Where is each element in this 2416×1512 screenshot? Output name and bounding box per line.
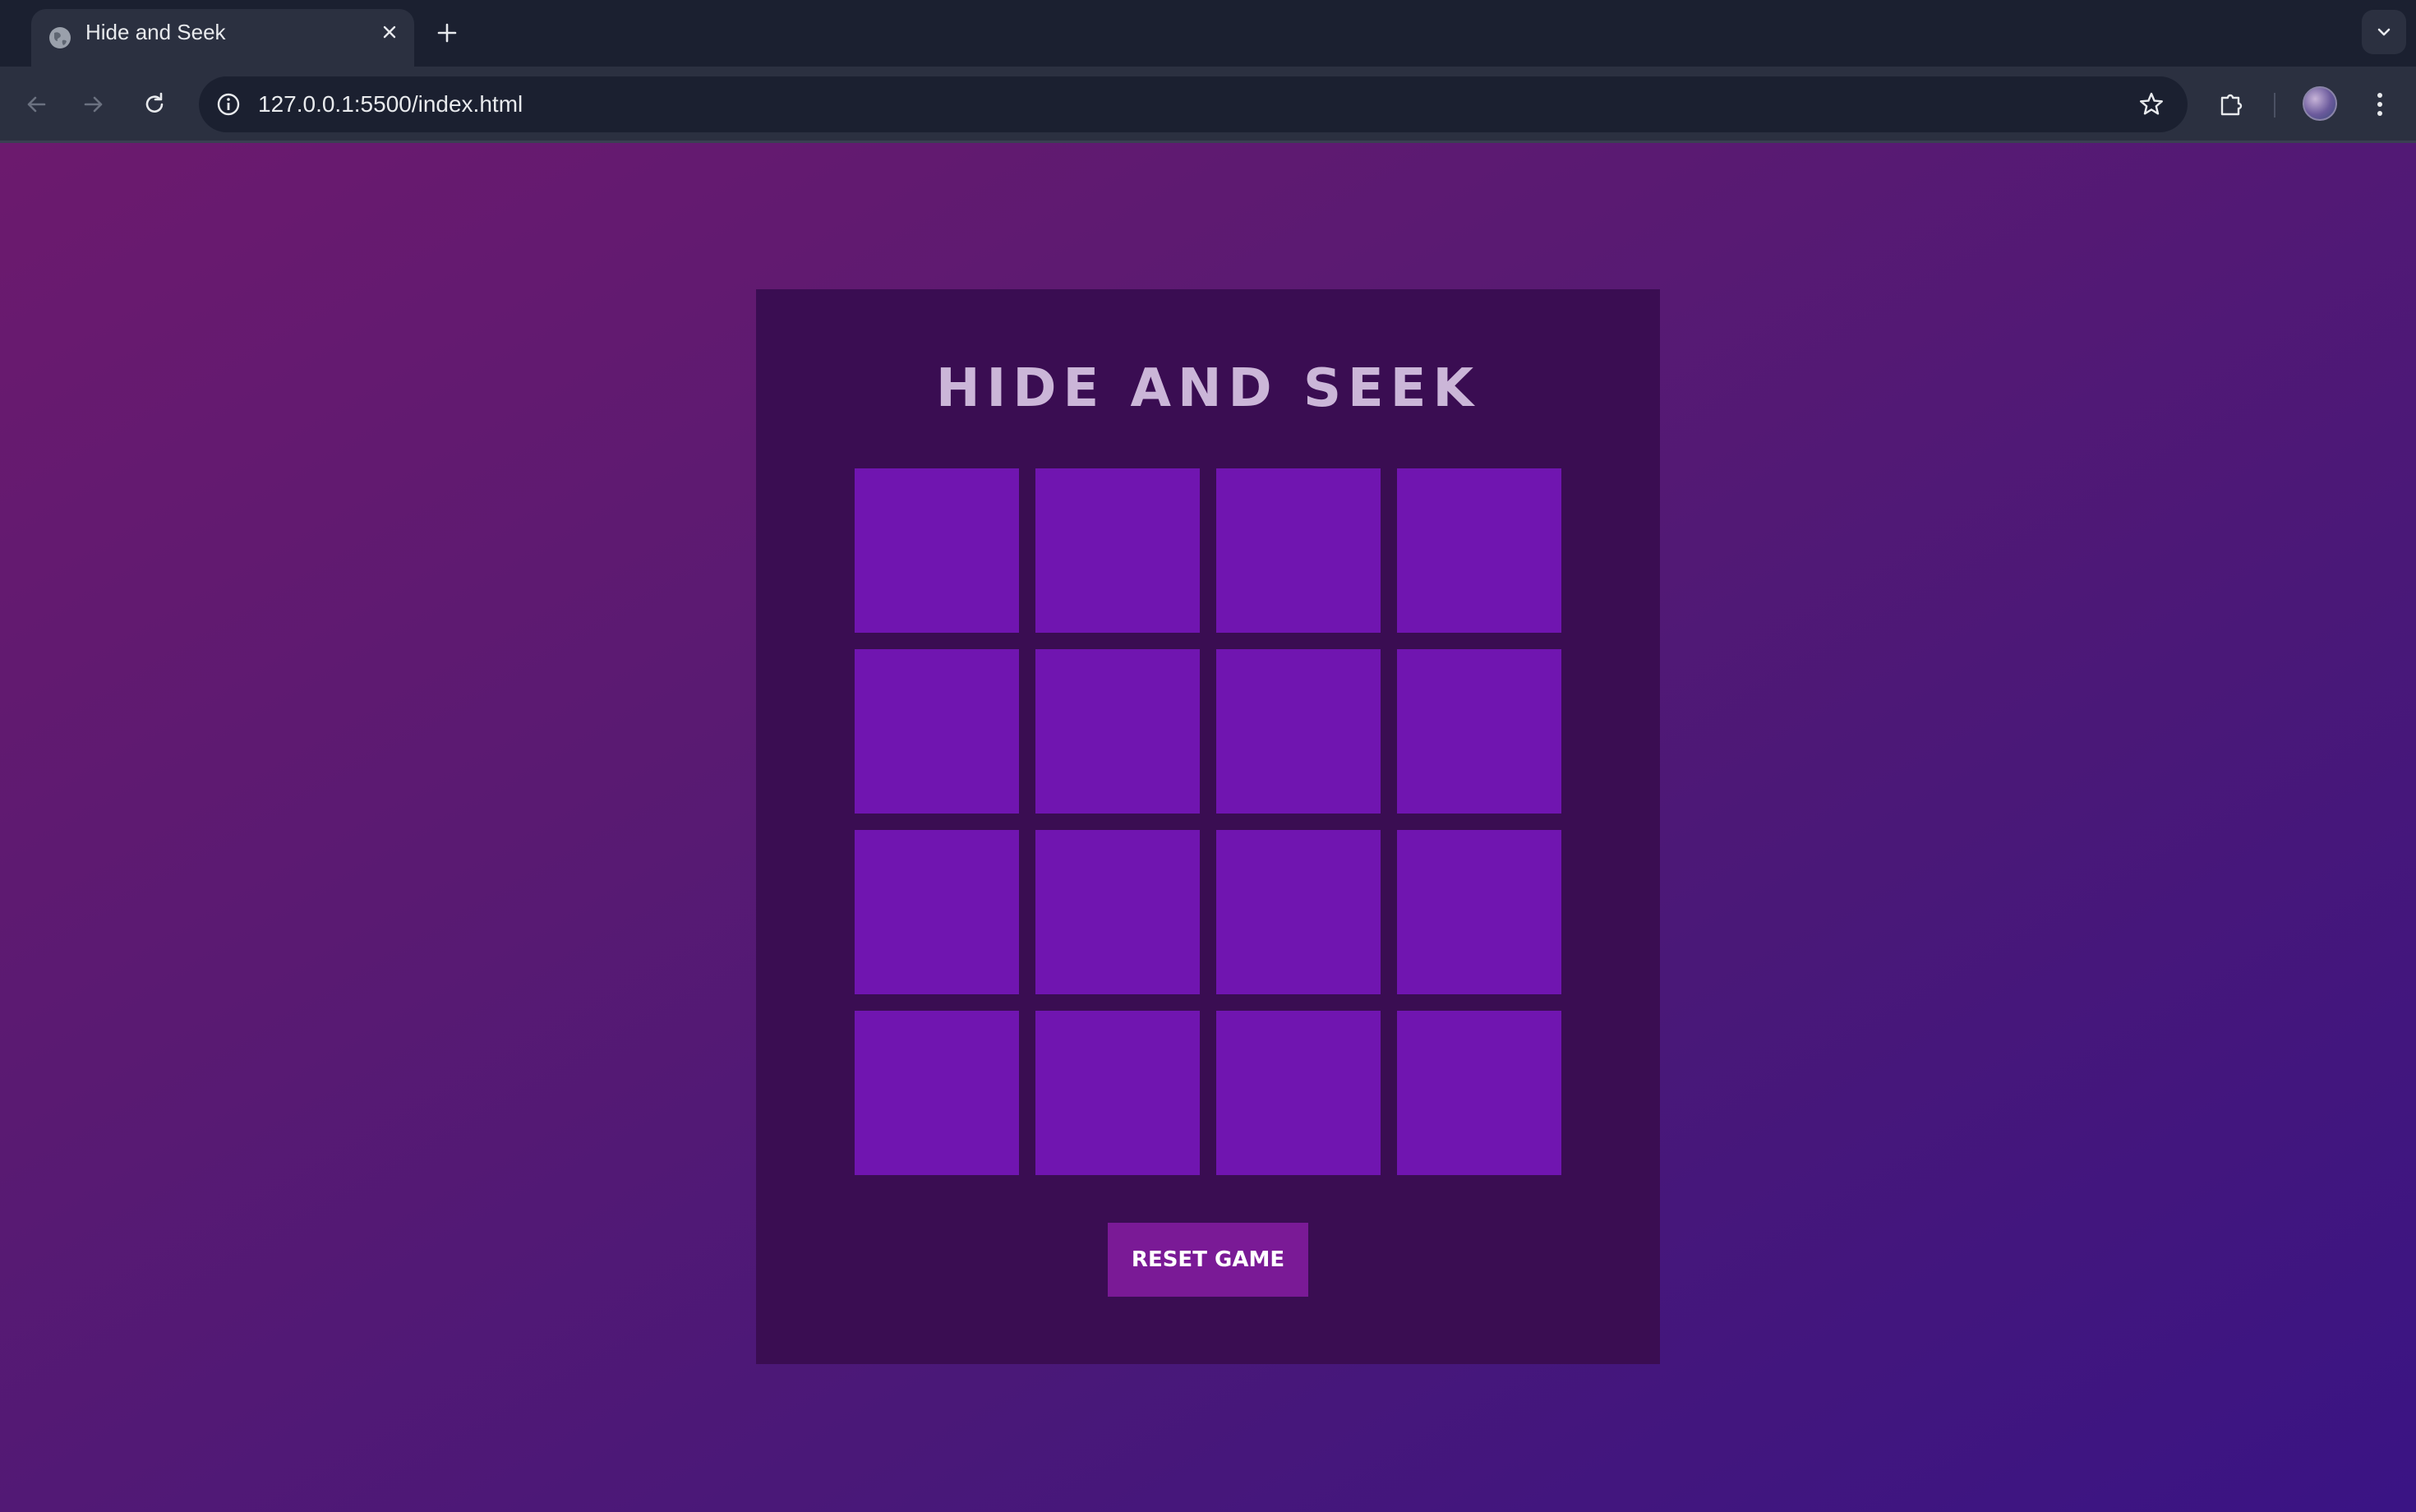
grid-cell[interactable] (855, 649, 1019, 814)
grid-cell[interactable] (1216, 649, 1381, 814)
grid-cell[interactable] (1216, 1011, 1381, 1175)
close-icon[interactable] (376, 19, 403, 45)
address-bar[interactable]: 127.0.0.1:5500/index.html (199, 76, 2188, 132)
grid-cell[interactable] (1035, 1011, 1200, 1175)
hiding-grid (855, 468, 1561, 1175)
site-info-button[interactable] (209, 85, 248, 124)
reset-game-button[interactable]: RESET GAME (1108, 1223, 1308, 1297)
arrow-right-icon (84, 96, 103, 113)
grid-cell[interactable] (1216, 468, 1381, 633)
browser-menu-button[interactable] (2360, 85, 2400, 124)
tab-hide-and-seek[interactable]: Hide and Seek (31, 9, 414, 67)
grid-cell[interactable] (1216, 830, 1381, 994)
arrow-left-icon (27, 96, 46, 113)
info-icon (217, 93, 240, 116)
grid-cell[interactable] (855, 830, 1019, 994)
grid-cell[interactable] (1397, 1011, 1561, 1175)
globe-icon (46, 24, 74, 52)
url-text: 127.0.0.1:5500/index.html (258, 91, 523, 117)
tab-search-button[interactable] (2362, 10, 2406, 54)
grid-cell[interactable] (1397, 468, 1561, 633)
game-panel: HIDE AND SEEK RESET GAME (756, 289, 1660, 1364)
forward-button[interactable] (74, 85, 113, 124)
puzzle-icon (2220, 94, 2243, 116)
browser-toolbar: 127.0.0.1:5500/index.html (0, 67, 2416, 142)
bookmark-button[interactable] (2133, 86, 2169, 122)
grid-cell[interactable] (855, 1011, 1019, 1175)
star-icon (2140, 92, 2163, 115)
reload-button[interactable] (135, 85, 174, 124)
tab-title: Hide and Seek (85, 20, 226, 44)
chevron-down-icon (2377, 28, 2391, 36)
new-tab-button[interactable] (431, 16, 463, 49)
game-title: HIDE AND SEEK (935, 358, 1481, 419)
reload-icon (145, 92, 164, 113)
page-viewport: HIDE AND SEEK RESET GAME (0, 143, 2416, 1512)
kebab-menu-icon (2377, 93, 2382, 116)
browser-window: Hide and Seek 127.0.0.1:5500/index.html … (0, 0, 2416, 1512)
grid-cell[interactable] (1035, 649, 1200, 814)
profile-avatar[interactable] (2303, 86, 2337, 121)
back-button[interactable] (16, 85, 56, 124)
grid-cell[interactable] (1397, 649, 1561, 814)
tab-strip: Hide and Seek (0, 0, 2416, 67)
toolbar-separator (2274, 93, 2275, 118)
plus-icon (437, 23, 457, 43)
grid-cell[interactable] (1035, 830, 1200, 994)
grid-cell[interactable] (855, 468, 1019, 633)
extensions-button[interactable] (2212, 85, 2252, 124)
grid-cell[interactable] (1397, 830, 1561, 994)
grid-cell[interactable] (1035, 468, 1200, 633)
